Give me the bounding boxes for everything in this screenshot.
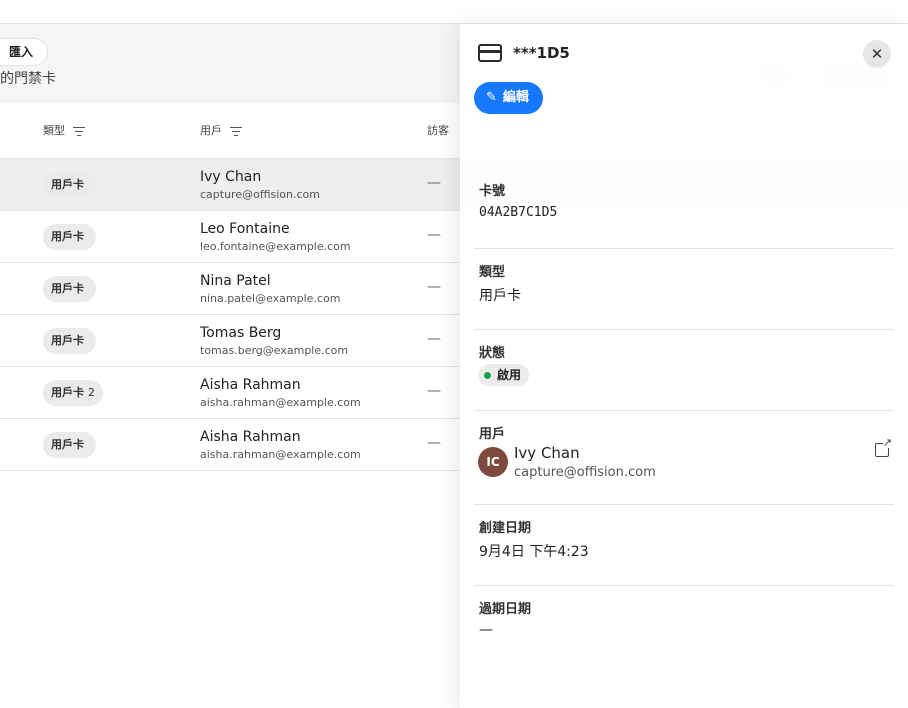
- card-number-value: 04A2B7C1D5: [479, 205, 558, 220]
- column-header-user[interactable]: 用戶: [200, 103, 242, 159]
- user-email: leo.fontaine@example.com: [200, 240, 351, 253]
- credit-card-icon: [478, 44, 502, 62]
- created-date-label: 創建日期: [479, 521, 532, 536]
- visitor-value: —: [427, 383, 441, 399]
- divider: [474, 410, 894, 411]
- column-header-user-label: 用戶: [200, 124, 222, 137]
- type-chip: 用戶卡: [43, 172, 96, 198]
- status-value: 啟用: [497, 368, 522, 382]
- type-label: 類型: [479, 265, 506, 280]
- visitor-value: —: [427, 175, 441, 191]
- type-chip: 用戶卡 2: [43, 380, 103, 406]
- top-bar: [0, 0, 908, 24]
- type-value: 用戶卡: [479, 288, 521, 304]
- visitor-value: —: [427, 435, 441, 451]
- user-email: aisha.rahman@example.com: [200, 396, 361, 409]
- column-header-visitor[interactable]: 訪客: [427, 103, 449, 159]
- status-badge: 啟用: [478, 364, 530, 386]
- user-email: nina.patel@example.com: [200, 292, 341, 305]
- avatar: IC: [478, 447, 508, 477]
- status-label: 狀態: [479, 346, 506, 361]
- filter-icon[interactable]: [230, 126, 242, 136]
- user-name: Tomas Berg: [200, 325, 282, 341]
- user-email: aisha.rahman@example.com: [200, 448, 361, 461]
- import-button[interactable]: 匯入: [0, 38, 49, 66]
- page-subtitle: 的門禁卡: [0, 71, 56, 87]
- filter-icon[interactable]: [73, 126, 85, 136]
- created-date-value: 9月4日 下午4:23: [479, 544, 589, 560]
- status-dot-icon: [484, 371, 491, 379]
- edit-button-label: 編輯: [502, 90, 529, 105]
- user-name: Ivy Chan: [514, 444, 580, 462]
- type-chip: 用戶卡: [43, 276, 96, 302]
- type-chip: 用戶卡: [43, 328, 96, 354]
- user-email: tomas.berg@example.com: [200, 344, 349, 357]
- column-header-visitor-label: 訪客: [427, 124, 449, 137]
- visitor-value: —: [427, 227, 441, 243]
- user-name: Leo Fontaine: [200, 221, 290, 237]
- type-chip: 用戶卡: [43, 432, 96, 458]
- expiry-date-value: —: [479, 622, 493, 638]
- external-link-icon[interactable]: [875, 437, 892, 457]
- card-detail-panel: ***1D5 ✕ ✎ 編輯 卡號 04A2B7C1D5 類型 用戶卡 狀態 啟用…: [460, 24, 908, 708]
- user-label: 用戶: [479, 427, 506, 442]
- user-name: Nina Patel: [200, 273, 271, 289]
- edit-button[interactable]: ✎ 編輯: [474, 82, 543, 114]
- divider: [474, 585, 894, 586]
- user-email: capture@offision.com: [200, 188, 320, 201]
- divider: [474, 504, 894, 505]
- close-icon: ✕: [870, 45, 884, 63]
- divider: [474, 329, 894, 330]
- user-name: Ivy Chan: [200, 169, 262, 185]
- expiry-date-label: 過期日期: [479, 602, 532, 617]
- column-header-type[interactable]: 類型: [43, 103, 85, 159]
- panel-title: ***1D5: [513, 44, 570, 62]
- user-name: Aisha Rahman: [200, 429, 301, 445]
- type-chip: 用戶卡: [43, 224, 96, 250]
- card-number-label: 卡號: [479, 184, 506, 199]
- column-header-type-label: 類型: [43, 124, 65, 137]
- user-name: Aisha Rahman: [200, 377, 301, 393]
- visitor-value: —: [427, 279, 441, 295]
- visitor-value: —: [427, 331, 441, 347]
- close-button[interactable]: ✕: [863, 40, 891, 68]
- pencil-icon: ✎: [486, 90, 497, 105]
- divider: [474, 248, 894, 249]
- user-email: capture@offision.com: [514, 465, 656, 480]
